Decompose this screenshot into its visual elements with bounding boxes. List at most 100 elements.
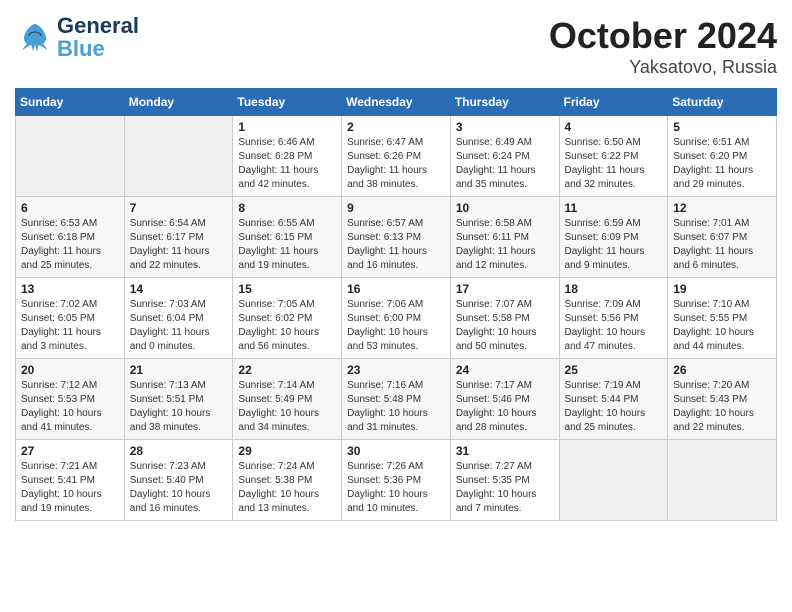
day-info: Sunrise: 6:54 AMSunset: 6:17 PMDaylight:…	[130, 217, 228, 273]
header-sunday: Sunday	[16, 89, 125, 116]
table-cell: 23Sunrise: 7:16 AMSunset: 5:48 PMDayligh…	[342, 359, 451, 440]
day-number: 13	[21, 282, 119, 296]
day-info: Sunrise: 6:58 AMSunset: 6:11 PMDaylight:…	[456, 217, 554, 273]
table-cell: 14 Sunrise: 7:03 AMSunset: 6:04 PMDayligh…	[124, 278, 233, 359]
day-number: 1	[238, 120, 336, 134]
day-number: 12	[673, 201, 771, 215]
day-info: Sunrise: 6:51 AMSunset: 6:20 PMDaylight:…	[673, 136, 771, 192]
table-cell: 28 Sunrise: 7:23 AMSunset: 5:40 PMDayligh…	[124, 440, 233, 521]
table-cell	[668, 440, 777, 521]
day-number: 9	[347, 201, 445, 215]
day-info: Sunrise: 7:03 AMSunset: 6:04 PMDaylight:…	[130, 298, 228, 354]
week-row-4: 20 Sunrise: 7:12 AMSunset: 5:53 PMDayligh…	[16, 359, 777, 440]
day-info: Sunrise: 7:05 AMSunset: 6:02 PMDaylight:…	[238, 298, 336, 354]
day-info: Sunrise: 7:02 AMSunset: 6:05 PMDaylight:…	[21, 298, 119, 354]
week-row-2: 6 Sunrise: 6:53 AMSunset: 6:18 PMDaylight…	[16, 197, 777, 278]
day-info: Sunrise: 7:09 AMSunset: 5:56 PMDaylight:…	[565, 298, 663, 354]
day-info: Sunrise: 7:21 AMSunset: 5:41 PMDaylight:…	[21, 460, 119, 516]
day-number: 29	[238, 444, 336, 458]
day-info: Sunrise: 7:13 AMSunset: 5:51 PMDaylight:…	[130, 379, 228, 435]
logo: General Blue	[15, 15, 139, 61]
day-info: Sunrise: 6:57 AMSunset: 6:13 PMDaylight:…	[347, 217, 445, 273]
table-cell: 16 Sunrise: 7:06 AMSunset: 6:00 PMDayligh…	[342, 278, 451, 359]
calendar-table: Sunday Monday Tuesday Wednesday Thursday…	[15, 88, 777, 521]
day-number: 27	[21, 444, 119, 458]
day-number: 4	[565, 120, 663, 134]
day-number: 20	[21, 363, 119, 377]
day-number: 25	[565, 363, 663, 377]
table-cell: 9 Sunrise: 6:57 AMSunset: 6:13 PMDaylight…	[342, 197, 451, 278]
header-thursday: Thursday	[450, 89, 559, 116]
day-info: Sunrise: 6:49 AMSunset: 6:24 PMDaylight:…	[456, 136, 554, 192]
day-info: Sunrise: 7:06 AMSunset: 6:00 PMDaylight:…	[347, 298, 445, 354]
table-cell: 4 Sunrise: 6:50 AMSunset: 6:22 PMDaylight…	[559, 116, 668, 197]
day-number: 2	[347, 120, 445, 134]
title-block: October 2024 Yaksatovo, Russia	[549, 15, 777, 78]
day-info: Sunrise: 6:47 AMSunset: 6:26 PMDaylight:…	[347, 136, 445, 192]
table-cell: 29Sunrise: 7:24 AMSunset: 5:38 PMDayligh…	[233, 440, 342, 521]
day-info: Sunrise: 6:55 AMSunset: 6:15 PMDaylight:…	[238, 217, 336, 273]
table-cell: 12 Sunrise: 7:01 AMSunset: 6:07 PMDayligh…	[668, 197, 777, 278]
table-cell: 30 Sunrise: 7:26 AMSunset: 5:36 PMDayligh…	[342, 440, 451, 521]
day-info: Sunrise: 7:27 AMSunset: 5:35 PMDaylight:…	[456, 460, 554, 516]
table-cell	[559, 440, 668, 521]
table-cell: 5 Sunrise: 6:51 AMSunset: 6:20 PMDaylight…	[668, 116, 777, 197]
table-cell: 17 Sunrise: 7:07 AMSunset: 5:58 PMDayligh…	[450, 278, 559, 359]
day-info: Sunrise: 7:17 AMSunset: 5:46 PMDaylight:…	[456, 379, 554, 435]
day-info: Sunrise: 7:23 AMSunset: 5:40 PMDaylight:…	[130, 460, 228, 516]
calendar-header-row: Sunday Monday Tuesday Wednesday Thursday…	[16, 89, 777, 116]
day-number: 17	[456, 282, 554, 296]
day-info: Sunrise: 7:01 AMSunset: 6:07 PMDaylight:…	[673, 217, 771, 273]
table-cell: 24 Sunrise: 7:17 AMSunset: 5:46 PMDayligh…	[450, 359, 559, 440]
table-cell: 1 Sunrise: 6:46 AMSunset: 6:28 PMDaylight…	[233, 116, 342, 197]
table-cell: 25 Sunrise: 7:19 AMSunset: 5:44 PMDayligh…	[559, 359, 668, 440]
header-saturday: Saturday	[668, 89, 777, 116]
day-number: 19	[673, 282, 771, 296]
table-cell: 6 Sunrise: 6:53 AMSunset: 6:18 PMDaylight…	[16, 197, 125, 278]
table-cell: 11Sunrise: 6:59 AMSunset: 6:09 PMDayligh…	[559, 197, 668, 278]
day-info: Sunrise: 6:59 AMSunset: 6:09 PMDaylight:…	[565, 217, 663, 273]
day-number: 15	[238, 282, 336, 296]
table-cell	[16, 116, 125, 197]
day-info: Sunrise: 7:12 AMSunset: 5:53 PMDaylight:…	[21, 379, 119, 435]
day-info: Sunrise: 7:07 AMSunset: 5:58 PMDaylight:…	[456, 298, 554, 354]
header-monday: Monday	[124, 89, 233, 116]
table-cell: 13 Sunrise: 7:02 AMSunset: 6:05 PMDayligh…	[16, 278, 125, 359]
header-tuesday: Tuesday	[233, 89, 342, 116]
table-cell: 22Sunrise: 7:14 AMSunset: 5:49 PMDayligh…	[233, 359, 342, 440]
header-wednesday: Wednesday	[342, 89, 451, 116]
day-number: 10	[456, 201, 554, 215]
table-cell: 21 Sunrise: 7:13 AMSunset: 5:51 PMDayligh…	[124, 359, 233, 440]
day-number: 7	[130, 201, 228, 215]
day-info: Sunrise: 6:46 AMSunset: 6:28 PMDaylight:…	[238, 136, 336, 192]
day-number: 16	[347, 282, 445, 296]
day-info: Sunrise: 7:16 AMSunset: 5:48 PMDaylight:…	[347, 379, 445, 435]
day-number: 24	[456, 363, 554, 377]
table-cell: 20 Sunrise: 7:12 AMSunset: 5:53 PMDayligh…	[16, 359, 125, 440]
day-info: Sunrise: 7:14 AMSunset: 5:49 PMDaylight:…	[238, 379, 336, 435]
day-number: 6	[21, 201, 119, 215]
logo-blue-text: Blue	[57, 36, 105, 61]
logo-general-text: General	[57, 13, 139, 38]
table-cell: 15 Sunrise: 7:05 AMSunset: 6:02 PMDayligh…	[233, 278, 342, 359]
day-number: 30	[347, 444, 445, 458]
page-subtitle: Yaksatovo, Russia	[549, 57, 777, 78]
day-number: 18	[565, 282, 663, 296]
table-cell: 18 Sunrise: 7:09 AMSunset: 5:56 PMDayligh…	[559, 278, 668, 359]
day-info: Sunrise: 7:19 AMSunset: 5:44 PMDaylight:…	[565, 379, 663, 435]
table-cell: 2 Sunrise: 6:47 AMSunset: 6:26 PMDaylight…	[342, 116, 451, 197]
day-number: 5	[673, 120, 771, 134]
table-cell: 7 Sunrise: 6:54 AMSunset: 6:17 PMDaylight…	[124, 197, 233, 278]
table-cell: 3 Sunrise: 6:49 AMSunset: 6:24 PMDaylight…	[450, 116, 559, 197]
day-number: 28	[130, 444, 228, 458]
day-info: Sunrise: 6:50 AMSunset: 6:22 PMDaylight:…	[565, 136, 663, 192]
day-info: Sunrise: 7:10 AMSunset: 5:55 PMDaylight:…	[673, 298, 771, 354]
day-number: 3	[456, 120, 554, 134]
day-info: Sunrise: 6:53 AMSunset: 6:18 PMDaylight:…	[21, 217, 119, 273]
table-cell: 8Sunrise: 6:55 AMSunset: 6:15 PMDaylight…	[233, 197, 342, 278]
table-cell: 31Sunrise: 7:27 AMSunset: 5:35 PMDayligh…	[450, 440, 559, 521]
day-number: 14	[130, 282, 228, 296]
day-info: Sunrise: 7:26 AMSunset: 5:36 PMDaylight:…	[347, 460, 445, 516]
day-number: 21	[130, 363, 228, 377]
table-cell	[124, 116, 233, 197]
